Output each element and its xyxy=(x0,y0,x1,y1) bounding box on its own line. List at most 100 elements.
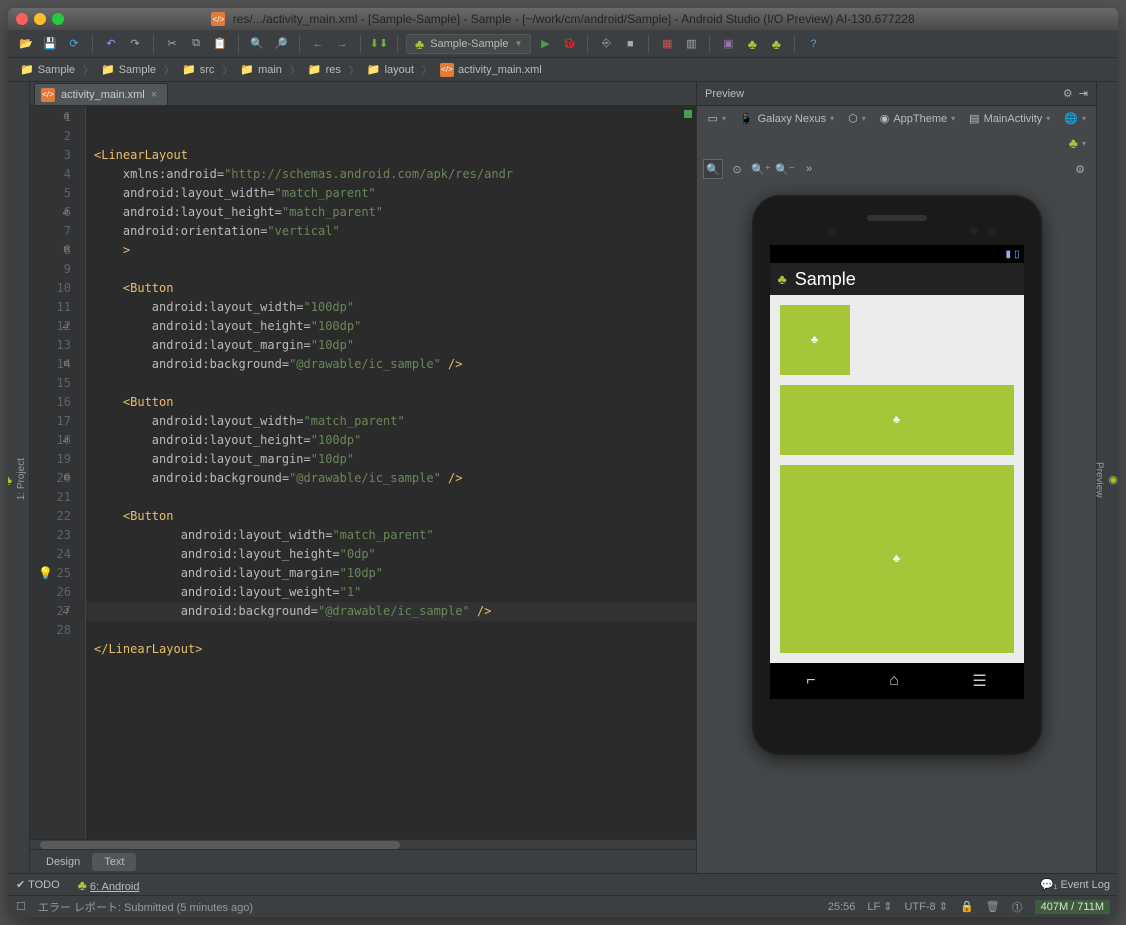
android-device-button[interactable]: ♣ xyxy=(742,34,762,54)
hide-panel-button[interactable]: ⇥ xyxy=(1079,88,1088,100)
undo-button[interactable]: ↶ xyxy=(101,34,121,54)
back-icon: ⌐ xyxy=(806,672,815,690)
breadcrumb[interactable]: 📁Sample xyxy=(14,62,81,77)
more-button[interactable]: » xyxy=(799,159,819,179)
tool-window-quick-access[interactable]: ☐ xyxy=(16,900,26,913)
app-icon: ♣ xyxy=(778,271,787,287)
horizontal-scrollbar[interactable] xyxy=(30,839,696,849)
replace-button[interactable]: 🔎 xyxy=(271,34,291,54)
sync-button[interactable]: ⟳ xyxy=(64,34,84,54)
design-text-tabs: Design Text xyxy=(30,849,696,873)
breadcrumb[interactable]: 📁Sample xyxy=(95,62,162,77)
trash-icon[interactable]: 🗑 xyxy=(986,900,1000,913)
preview-toolbar: ▭▾ 📱Galaxy Nexus▾ ⬡▾ ◉AppTheme▾ ▤MainAct… xyxy=(697,106,1096,157)
battery-icon: ▯ xyxy=(1014,249,1020,260)
android-tool-button[interactable]: ♣ 6: Android xyxy=(78,877,140,893)
settings-button[interactable]: ⚙ xyxy=(1070,159,1090,179)
orientation-selector[interactable]: ▭▾ xyxy=(703,110,729,127)
api-selector[interactable]: ⬡▾ xyxy=(844,110,870,127)
code-editor[interactable]: 1⊟23456⊿78⊟9101112⊿1314⊟15161718⊿1920⊟21… xyxy=(30,106,696,839)
zoom-out-button[interactable]: 🔍⁻ xyxy=(775,159,795,179)
theme-selector[interactable]: ◉AppTheme▾ xyxy=(876,110,959,127)
left-tool-strip: 1: Project ♣ 7: Structure Build Variants… xyxy=(8,82,30,873)
window-title: </> res/.../activity_main.xml - [Sample-… xyxy=(16,12,1110,27)
breadcrumb[interactable]: 📁main xyxy=(234,62,288,77)
make-project-button[interactable]: ⬇⬇ xyxy=(369,34,389,54)
stop-button[interactable]: ■ xyxy=(620,34,640,54)
save-all-button[interactable]: 💾 xyxy=(40,34,60,54)
attach-debugger-button[interactable]: ⎆ xyxy=(596,34,616,54)
minimize-window-button[interactable] xyxy=(34,13,46,25)
gear-icon[interactable]: ⚙ xyxy=(1063,88,1073,100)
avd-manager-button[interactable]: ▦ xyxy=(657,34,677,54)
design-tab[interactable]: Design xyxy=(34,853,92,871)
cut-button[interactable]: ✂ xyxy=(162,34,182,54)
navigation-bar: 📁Sample〉 📁Sample〉 📁src〉 📁main〉 📁res〉 📁la… xyxy=(8,58,1118,82)
phone-status-bar: ▮ ▯ xyxy=(770,245,1024,263)
memory-indicator[interactable]: 407M / 711M xyxy=(1035,900,1110,914)
project-tool-tab[interactable]: 1: Project xyxy=(14,452,29,506)
paste-button[interactable]: 📋 xyxy=(210,34,230,54)
zoom-window-button[interactable] xyxy=(52,13,64,25)
preview-button-3: ♣ xyxy=(780,465,1014,653)
android-icon: ♣ xyxy=(415,36,424,52)
run-configuration-selector[interactable]: ♣ Sample-Sample ▼ xyxy=(406,34,531,54)
text-tab[interactable]: Text xyxy=(92,853,136,871)
status-bar: ☐ エラー レポート: Submitted (5 minutes ago) 25… xyxy=(8,895,1118,917)
inspection-icon[interactable]: ⓵ xyxy=(1012,899,1023,915)
device-frame: ▮ ▯ ♣ Sample ♣ ♣ ♣ ⌐ xyxy=(752,195,1042,755)
status-message: エラー レポート: Submitted (5 minutes ago) xyxy=(38,899,253,915)
inspection-marker[interactable] xyxy=(684,110,692,118)
copy-button[interactable]: ⧉ xyxy=(186,34,206,54)
activity-selector[interactable]: ▤MainActivity▾ xyxy=(965,110,1054,127)
editor-tabs: </> activity_main.xml × xyxy=(30,82,696,106)
debug-button[interactable]: 🐞 xyxy=(559,34,579,54)
device-selector[interactable]: 📱Galaxy Nexus▾ xyxy=(736,110,838,127)
zoom-actual-button[interactable]: ⊙ xyxy=(727,159,747,179)
breadcrumb[interactable]: </>activity_main.xml xyxy=(434,62,548,78)
preview-canvas: ▮ ▯ ♣ Sample ♣ ♣ ♣ ⌐ xyxy=(697,185,1096,873)
close-window-button[interactable] xyxy=(16,13,28,25)
right-tool-strip: ◉ Preview ☺ Commander m Maven Projects xyxy=(1096,82,1118,873)
breadcrumb[interactable]: 📁src xyxy=(176,62,220,77)
breadcrumb[interactable]: 📁layout xyxy=(361,62,420,77)
zoom-fit-button[interactable]: 🔍 xyxy=(703,159,723,179)
back-button[interactable]: ← xyxy=(308,34,328,54)
traffic-lights xyxy=(16,13,64,25)
breadcrumb[interactable]: 📁res xyxy=(302,62,347,77)
device-screen: ▮ ▯ ♣ Sample ♣ ♣ ♣ ⌐ xyxy=(770,245,1024,699)
event-log-button[interactable]: 💬₁ Event Log xyxy=(1040,878,1110,891)
todo-tool-button[interactable]: ✔ TODO xyxy=(16,878,60,891)
signal-icon: ▮ xyxy=(1005,249,1011,260)
zoom-toolbar: 🔍 ⊙ 🔍⁺ 🔍⁻ » ⚙ xyxy=(697,157,1096,185)
help-button[interactable]: ? xyxy=(803,34,823,54)
preview-header: Preview ⚙ ⇥ xyxy=(697,82,1096,106)
android-version-selector[interactable]: ♣▾ xyxy=(1065,133,1090,153)
editor-area: </> activity_main.xml × 1⊟23456⊿78⊟91011… xyxy=(30,82,696,873)
forward-button[interactable]: → xyxy=(332,34,352,54)
monitor-button[interactable]: ▣ xyxy=(718,34,738,54)
redo-button[interactable]: ↷ xyxy=(125,34,145,54)
layout-content: ♣ ♣ ♣ xyxy=(770,295,1024,663)
recents-icon: ☰ xyxy=(972,671,986,691)
editor-tab-active[interactable]: </> activity_main.xml × xyxy=(34,83,168,105)
run-button[interactable]: ▶ xyxy=(535,34,555,54)
xml-file-icon: </> xyxy=(211,12,225,26)
xml-file-icon: </> xyxy=(41,88,55,102)
file-encoding[interactable]: UTF-8 ⇕ xyxy=(904,900,947,913)
android-tool-button[interactable]: ♣ xyxy=(766,34,786,54)
close-tab-button[interactable]: × xyxy=(151,89,157,101)
app-action-bar: ♣ Sample xyxy=(770,263,1024,295)
lock-icon[interactable]: 🔒 xyxy=(960,900,974,913)
line-separator[interactable]: LF ⇕ xyxy=(867,900,892,913)
xml-file-icon: </> xyxy=(440,63,454,77)
phone-nav-bar: ⌐ ⌂ ☰ xyxy=(770,663,1024,699)
zoom-in-button[interactable]: 🔍⁺ xyxy=(751,159,771,179)
preview-icon: ◉ xyxy=(1108,473,1118,486)
sdk-manager-button[interactable]: ▥ xyxy=(681,34,701,54)
locale-selector[interactable]: 🌐▾ xyxy=(1060,110,1090,127)
main-toolbar: 📂 💾 ⟳ ↶ ↷ ✂ ⧉ 📋 🔍 🔎 ← → ⬇⬇ ♣ Sample-Samp… xyxy=(8,30,1118,58)
open-file-button[interactable]: 📂 xyxy=(16,34,36,54)
find-button[interactable]: 🔍 xyxy=(247,34,267,54)
preview-button-2: ♣ xyxy=(780,385,1014,455)
